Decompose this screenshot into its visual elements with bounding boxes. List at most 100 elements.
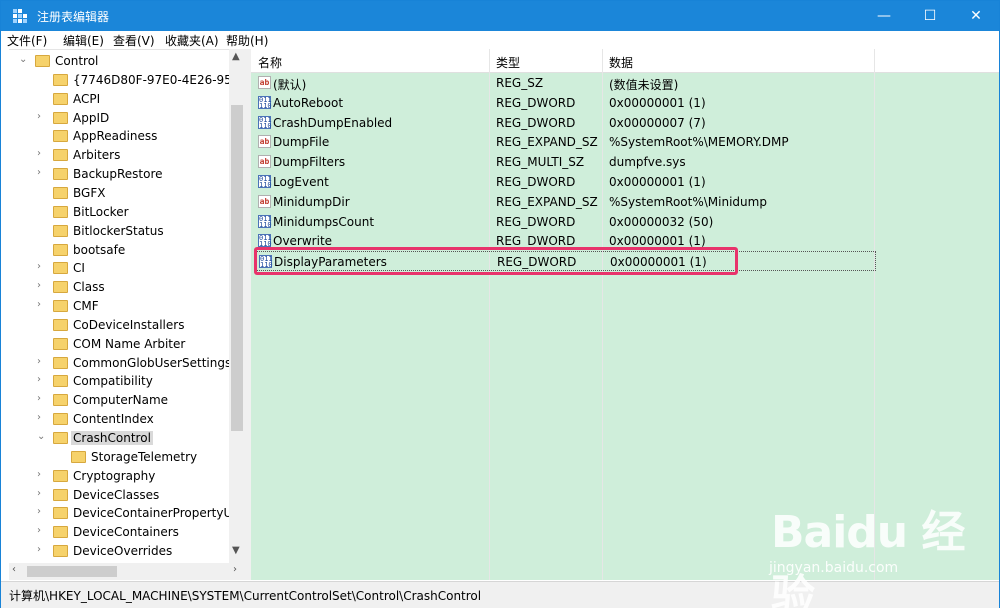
value-type: REG_MULTI_SZ [496, 155, 585, 170]
tree-node[interactable]: › Arbiters [9, 146, 246, 165]
menu-file[interactable]: 文件(F) [7, 32, 47, 49]
folder-icon [53, 356, 68, 369]
tree-horizontal-scrollbar[interactable]: ‹ › [9, 563, 246, 580]
scroll-down-arrow-icon[interactable]: ▼ [232, 545, 240, 556]
tree-node[interactable]: StorageTelemetry [9, 448, 246, 467]
tree-node[interactable]: BitLocker [9, 203, 246, 222]
value-name: MinidumpDir [273, 194, 350, 209]
expand-chevron-icon[interactable]: › [37, 488, 47, 499]
value-row[interactable]: ab (默认) REG_SZ (数值未设置) [251, 73, 999, 93]
expand-chevron-icon[interactable]: › [37, 167, 47, 178]
folder-icon [53, 507, 68, 520]
tree-node-label: StorageTelemetry [91, 449, 198, 464]
tree-node[interactable]: › DeviceContainerPropertyUpc [9, 504, 246, 523]
folder-icon [53, 545, 68, 558]
column-header-name[interactable]: 名称 [258, 54, 282, 71]
tree-node-label: BackupRestore [73, 167, 163, 182]
tree-node[interactable]: › Class [9, 278, 246, 297]
tree-node[interactable]: {7746D80F-97E0-4E26-9543- [9, 71, 246, 90]
column-header-data[interactable]: 数据 [609, 54, 633, 71]
folder-icon [53, 262, 68, 275]
tree-node-label: CrashControl [71, 431, 153, 445]
value-name: AutoReboot [273, 95, 344, 110]
tree-node[interactable]: CoDeviceInstallers [9, 316, 246, 335]
tree-node[interactable]: › BackupRestore [9, 165, 246, 184]
expand-chevron-icon[interactable]: › [37, 412, 47, 423]
tree-node[interactable]: › DeviceOverrides [9, 542, 246, 561]
value-name: CrashDumpEnabled [273, 115, 393, 130]
value-row[interactable]: ab MinidumpDir REG_EXPAND_SZ %SystemRoot%\M… [251, 192, 999, 212]
folder-icon [53, 318, 68, 331]
scroll-left-arrow-icon[interactable]: ‹ [12, 564, 16, 575]
expand-chevron-icon[interactable]: › [37, 374, 47, 385]
collapse-chevron-icon[interactable]: ⌄ [37, 431, 47, 442]
tree-node[interactable]: › Cryptography [9, 467, 246, 486]
expand-chevron-icon[interactable]: › [37, 469, 47, 480]
column-header-type[interactable]: 类型 [496, 54, 520, 71]
expand-chevron-icon[interactable]: › [37, 299, 47, 310]
folder-icon [53, 224, 68, 237]
tree-vertical-scrollbar[interactable]: ▲ ▼ [229, 49, 246, 563]
tree-node[interactable]: AppReadiness [9, 127, 246, 146]
expand-chevron-icon[interactable]: › [37, 393, 47, 404]
tree-node[interactable]: › ComputerName [9, 391, 246, 410]
scroll-thumb[interactable] [231, 105, 243, 431]
hscroll-thumb[interactable] [27, 566, 117, 577]
tree-node-label: BitLocker [73, 204, 129, 219]
folder-icon [53, 281, 68, 294]
menu-edit[interactable]: 编辑(E) [63, 32, 104, 49]
expand-chevron-icon[interactable]: › [37, 356, 47, 367]
tree-node[interactable]: BitlockerStatus [9, 222, 246, 241]
menu-view[interactable]: 查看(V) [113, 32, 155, 49]
value-type: REG_EXPAND_SZ [496, 194, 598, 209]
close-button[interactable]: ✕ [953, 1, 999, 31]
menu-favorites[interactable]: 收藏夹(A) [165, 32, 219, 49]
tree-node[interactable]: › CommonGlobUserSettings [9, 354, 246, 373]
tree-node[interactable]: › DeviceClasses [9, 486, 246, 505]
value-row[interactable]: ab DumpFilters REG_MULTI_SZ dumpfve.sys [251, 152, 999, 172]
tree-node[interactable]: › CI [9, 259, 246, 278]
tree-node-label: CMF [73, 299, 99, 314]
expand-chevron-icon[interactable]: › [37, 506, 47, 517]
expand-chevron-icon[interactable]: › [37, 148, 47, 159]
value-row[interactable]: 011 110 LogEvent REG_DWORD 0x00000001 (1) [251, 172, 999, 192]
expand-chevron-icon[interactable]: › [37, 525, 47, 536]
tree-node[interactable]: COM Name Arbiter [9, 335, 246, 354]
value-data: 0x00000001 (1) [609, 175, 706, 189]
scroll-right-arrow-icon[interactable]: › [233, 564, 237, 575]
value-type: REG_DWORD [496, 214, 576, 229]
tree-node[interactable]: bootsafe [9, 241, 246, 260]
value-data: %SystemRoot%\Minidump [609, 194, 767, 209]
tree-node-label: CoDeviceInstallers [73, 317, 185, 332]
expand-chevron-icon[interactable]: › [37, 261, 47, 272]
value-type: REG_DWORD [496, 115, 576, 130]
value-row[interactable]: ab DumpFile REG_EXPAND_SZ %SystemRoot%\MEMO… [251, 132, 999, 152]
tree-node-label: CI [73, 261, 85, 276]
value-row[interactable]: 011 110 MinidumpsCount REG_DWORD 0x00000032 … [251, 212, 999, 232]
expand-chevron-icon[interactable]: › [37, 111, 47, 122]
value-row[interactable]: 011 110 AutoReboot REG_DWORD 0x00000001 (1) [251, 93, 999, 113]
maximize-button[interactable]: ☐ [907, 1, 953, 31]
collapse-chevron-icon[interactable]: ⌄ [19, 54, 29, 65]
tree-node[interactable]: BGFX [9, 184, 246, 203]
scroll-up-arrow-icon[interactable]: ▲ [232, 51, 240, 62]
expand-chevron-icon[interactable]: › [37, 544, 47, 555]
folder-icon [53, 130, 68, 143]
registry-key-tree[interactable]: ⌄ Control {7746D80F-97E0-4E26-9543- ACPI › Ap… [9, 49, 246, 563]
tree-node-label: AppID [73, 110, 110, 125]
value-row[interactable]: 011 110 CrashDumpEnabled REG_DWORD 0x0000000… [251, 113, 999, 133]
tree-node[interactable]: › DeviceContainers [9, 523, 246, 542]
tree-node[interactable]: ⌄ CrashControl [9, 429, 246, 448]
string-value-icon: ab [258, 76, 271, 89]
tree-node[interactable]: › CMF [9, 297, 246, 316]
expand-chevron-icon[interactable]: › [37, 280, 47, 291]
menu-help[interactable]: 帮助(H) [226, 32, 268, 49]
tree-node[interactable]: › Compatibility [9, 372, 246, 391]
tree-node-label: BitlockerStatus [73, 223, 164, 238]
tree-node-label: DeviceContainers [73, 525, 179, 540]
tree-node[interactable]: ACPI [9, 90, 246, 109]
tree-node[interactable]: › ContentIndex [9, 410, 246, 429]
tree-node[interactable]: ⌄ Control [9, 52, 246, 71]
tree-node[interactable]: › AppID [9, 109, 246, 128]
minimize-button[interactable]: — [861, 1, 907, 31]
